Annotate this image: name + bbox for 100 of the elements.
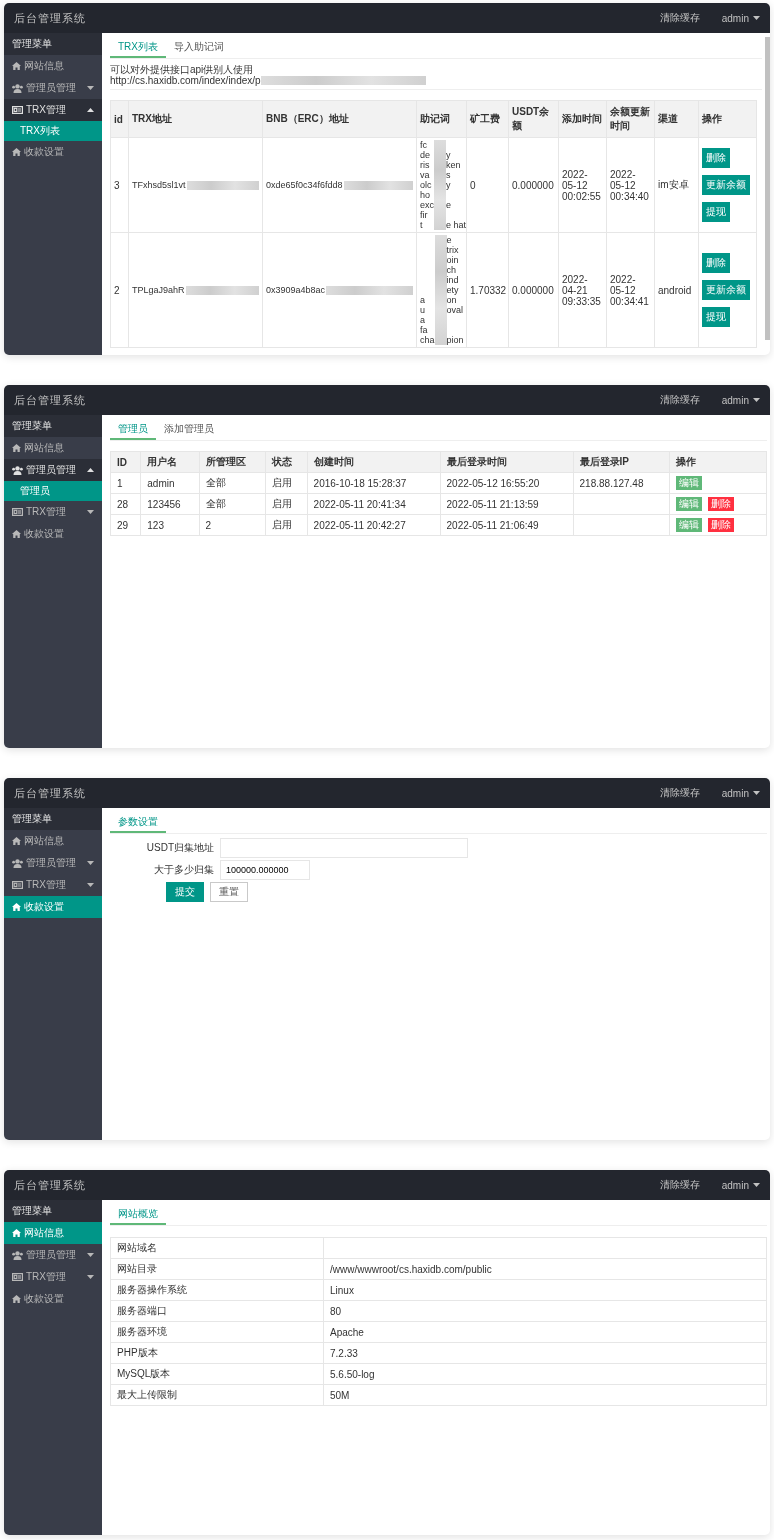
sidebar-item[interactable]: TRX管理 — [4, 99, 102, 121]
tab[interactable]: 添加管理员 — [156, 418, 222, 440]
table-cell: PHP版本 — [110, 1342, 324, 1364]
home-icon — [12, 1229, 21, 1237]
mnemonic-fragment: oin — [446, 255, 460, 265]
clear-cache-link[interactable]: 清除缓存 — [659, 1178, 700, 1192]
column-header: 最后登录IP — [573, 451, 670, 473]
users-icon — [12, 858, 23, 868]
clear-cache-link[interactable]: 清除缓存 — [659, 393, 700, 407]
sidebar-item[interactable]: 收款设置 — [4, 141, 102, 163]
column-header: id — [110, 100, 129, 138]
mnemonic-fragment: pion — [446, 335, 464, 345]
mnemonic-fragment: e — [446, 200, 453, 210]
action-button[interactable]: 删除 — [702, 253, 730, 273]
table-cell: im安卓 — [654, 137, 699, 233]
table-cell: 2022-05-11 20:42:27 — [307, 514, 441, 536]
scrollbar[interactable] — [765, 37, 770, 340]
address-text: TFxhsd5sl1vt — [132, 180, 186, 190]
table-cell: 全部 — [199, 472, 266, 494]
column-header: 矿工费 — [466, 100, 509, 138]
mnemonic-fragment: fir — [420, 210, 429, 220]
mnemonic-fragment: e — [446, 235, 453, 245]
sidebar-subitem[interactable]: TRX列表 — [4, 121, 102, 141]
action-button[interactable]: 提现 — [702, 202, 730, 222]
sidebar-item[interactable]: 收款设置 — [4, 523, 102, 545]
delete-button[interactable]: 删除 — [708, 518, 735, 532]
caret-up-icon — [87, 108, 94, 112]
mnemonic-fragment: e hat — [446, 220, 466, 230]
users-icon — [12, 1250, 23, 1260]
app-title: 后台管理系统 — [14, 1177, 86, 1193]
clear-cache-link[interactable]: 清除缓存 — [659, 11, 700, 25]
clear-cache-link[interactable]: 清除缓存 — [659, 786, 700, 800]
table-cell: 2022-04-21 09:33:35 — [558, 232, 607, 348]
mnemonic-fragment: y — [446, 150, 452, 160]
table-cell: 2 — [199, 514, 266, 536]
users-icon — [12, 83, 23, 93]
input-field[interactable] — [220, 838, 468, 858]
tab[interactable]: 网站概览 — [110, 1203, 166, 1225]
sidebar-item[interactable]: 收款设置 — [4, 1288, 102, 1310]
user-menu[interactable]: admin — [721, 12, 760, 24]
mnemonic-fragment: olc — [420, 180, 433, 190]
table-cell: 123456 — [140, 493, 200, 515]
submit-button[interactable]: 提交 — [166, 882, 204, 902]
sidebar-subitem[interactable]: 管理员 — [4, 481, 102, 501]
menu-heading: 管理菜单 — [4, 33, 102, 55]
table-cell: MySQL版本 — [110, 1363, 324, 1385]
action-button[interactable]: 更新余额 — [702, 280, 750, 300]
sidebar-item[interactable]: 管理员管理 — [4, 1244, 102, 1266]
sidebar-item[interactable]: TRX管理 — [4, 874, 102, 896]
table-cell: Linux — [323, 1279, 767, 1301]
redaction-mark — [343, 180, 413, 190]
caret-down-icon — [87, 1275, 94, 1279]
reset-button[interactable]: 重置 — [210, 882, 248, 902]
table-cell: 1 — [110, 472, 141, 494]
table-cell: 启用 — [265, 514, 308, 536]
column-header: 操作 — [669, 451, 767, 473]
sidebar-item[interactable]: 网站信息 — [4, 830, 102, 852]
sidebar-item[interactable]: 管理员管理 — [4, 852, 102, 874]
action-button[interactable]: 删除 — [702, 148, 730, 168]
table-cell: android — [654, 232, 699, 348]
tab[interactable]: 管理员 — [110, 418, 156, 440]
caret-down-icon — [87, 510, 94, 514]
sidebar-item[interactable]: TRX管理 — [4, 501, 102, 523]
table-cell: 2022-05-11 20:41:34 — [307, 493, 441, 515]
column-header: 添加时间 — [558, 100, 607, 138]
sidebar-item[interactable]: TRX管理 — [4, 1266, 102, 1288]
table-cell: 0.000000 — [508, 232, 559, 348]
sidebar-item[interactable]: 收款设置 — [4, 896, 102, 918]
tab[interactable]: 参数设置 — [110, 811, 166, 833]
mnemonic-fragment: ety — [446, 285, 460, 295]
app-title: 后台管理系统 — [14, 10, 86, 26]
tab[interactable]: 导入助记词 — [166, 36, 232, 58]
table-cell: 全部 — [199, 493, 266, 515]
table-cell: /www/wwwroot/cs.haxidb.com/public — [323, 1258, 767, 1280]
column-header: 最后登录时间 — [440, 451, 574, 473]
caret-down-icon — [753, 398, 760, 402]
column-header: ID — [110, 451, 141, 473]
mnemonic-fragment: ch — [446, 265, 458, 275]
user-menu[interactable]: admin — [721, 1179, 760, 1191]
table-cell: Apache — [323, 1321, 767, 1343]
column-header: 余额更新时间 — [606, 100, 655, 138]
sidebar-item[interactable]: 网站信息 — [4, 437, 102, 459]
table-cell: 2016-10-18 15:28:37 — [307, 472, 441, 494]
column-header: 用户名 — [140, 451, 200, 473]
action-button[interactable]: 更新余额 — [702, 175, 750, 195]
caret-down-icon — [87, 86, 94, 90]
delete-button[interactable]: 删除 — [708, 497, 735, 511]
input-field[interactable]: 100000.000000 — [220, 860, 310, 880]
table-cell: 网站域名 — [110, 1237, 324, 1259]
sidebar-item[interactable]: 管理员管理 — [4, 459, 102, 481]
api-url: http://cs.haxidb.com/index/index/p — [110, 75, 261, 86]
mnemonic-fragment: cha — [420, 335, 435, 345]
sidebar-item[interactable]: 网站信息 — [4, 55, 102, 77]
user-menu[interactable]: admin — [721, 394, 760, 406]
sidebar-item[interactable]: 管理员管理 — [4, 77, 102, 99]
sidebar-item[interactable]: 网站信息 — [4, 1222, 102, 1244]
action-button[interactable]: 提现 — [702, 307, 730, 327]
tab[interactable]: TRX列表 — [110, 36, 166, 58]
mnemonic-fragment: u — [420, 305, 426, 315]
user-menu[interactable]: admin — [721, 787, 760, 799]
